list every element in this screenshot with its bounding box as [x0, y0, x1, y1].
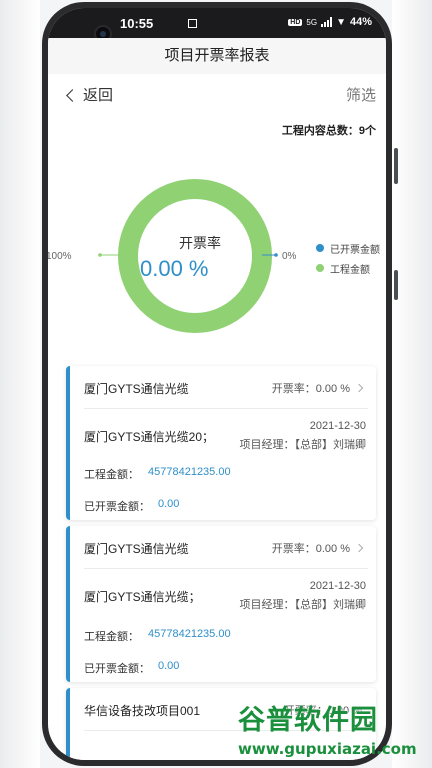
- project-title: 厦门GYTS通信光缆: [84, 382, 189, 396]
- hd-badge: HD: [288, 18, 303, 26]
- status-time: 10:55: [120, 16, 154, 31]
- watermark-logo: 谷普软件园 www.gupuxiazai.com: [236, 698, 432, 768]
- chevron-right-icon: [354, 543, 364, 553]
- signal-icon: [321, 17, 333, 27]
- amount-label: 工程金额：: [84, 469, 139, 481]
- amount-value: 45778421235.00: [148, 628, 231, 640]
- chevron-right-icon: [354, 383, 364, 393]
- amount-label: 工程金额：: [84, 631, 139, 643]
- leader-dot-left: [98, 253, 102, 257]
- legend-item: 工程金额: [316, 258, 380, 278]
- app-screen: 10:55 HD 5G ▼ 44% 项目开票率报表 返回 筛选 工程内容总数：9…: [48, 8, 386, 760]
- rate-label: 开票率：0.00 %: [272, 380, 364, 396]
- chart-title: 开票率: [179, 235, 221, 251]
- invoiced-value: 0.00: [158, 498, 180, 510]
- invoiced-label: 已开票金额：: [84, 501, 150, 513]
- chevron-left-icon: [66, 88, 79, 102]
- page-title: 项目开票率报表: [48, 38, 386, 74]
- project-title: 华信设备技改项目001: [84, 704, 201, 718]
- project-date: 2021-12-30: [309, 580, 366, 592]
- status-bar: 10:55 HD 5G ▼ 44%: [48, 8, 386, 43]
- legend-dot-icon: [316, 244, 324, 252]
- leader-dot-right: [274, 253, 278, 257]
- volume-button: [394, 148, 398, 184]
- watermark-brand: 谷普软件园: [238, 705, 378, 736]
- chart-legend: 已开票金额 工程金额: [316, 238, 380, 278]
- legend-dot-icon: [316, 264, 324, 272]
- battery-level: 44%: [349, 16, 372, 28]
- legend-item: 已开票金额: [316, 238, 380, 258]
- network-label: 5G: [306, 17, 318, 27]
- back-button[interactable]: 返回: [66, 84, 114, 105]
- legend-label: 工程金额: [330, 264, 370, 276]
- nav-bar: 返回 筛选: [48, 78, 386, 110]
- project-card[interactable]: 厦门GYTS通信光缆 开票率：0.00 % 厦门GYTS通信光缆； 2021-1…: [66, 526, 376, 682]
- phone-background: 10:55 HD 5G ▼ 44% 项目开票率报表 返回 筛选 工程内容总数：9…: [0, 0, 432, 768]
- notification-icon: [188, 19, 197, 28]
- amount-value: 45778421235.00: [148, 466, 231, 478]
- back-label: 返回: [83, 87, 114, 104]
- project-subtitle: 厦门GYTS通信光缆；: [84, 590, 201, 604]
- project-title: 厦门GYTS通信光缆: [84, 542, 189, 556]
- invoiced-value: 0.00: [158, 660, 180, 672]
- filter-button[interactable]: 筛选: [346, 84, 376, 105]
- legend-label: 已开票金额: [330, 244, 380, 256]
- divider: [84, 408, 368, 409]
- project-date: 2021-12-30: [309, 420, 366, 432]
- rate-label: 开票率：0.00 %: [272, 540, 364, 556]
- label-left: 100%: [48, 251, 72, 262]
- wifi-icon: ▼: [336, 16, 346, 28]
- label-right: 0%: [282, 251, 297, 262]
- invoiced-label: 已开票金额：: [84, 663, 150, 675]
- total-count: 工程内容总数：9个: [281, 125, 376, 137]
- power-button: [394, 270, 398, 300]
- project-manager: 项目经理：【总部】刘瑞卿: [239, 599, 367, 611]
- rate-value: 0.00 %: [140, 256, 209, 281]
- watermark-url: www.gupuxiazai.com: [238, 740, 417, 758]
- project-card[interactable]: 厦门GYTS通信光缆 开票率：0.00 % 厦门GYTS通信光缆20； 2021…: [66, 366, 376, 520]
- project-subtitle: 厦门GYTS通信光缆20；: [84, 430, 215, 444]
- project-manager: 项目经理：【总部】刘瑞卿: [239, 439, 367, 451]
- divider: [84, 568, 368, 569]
